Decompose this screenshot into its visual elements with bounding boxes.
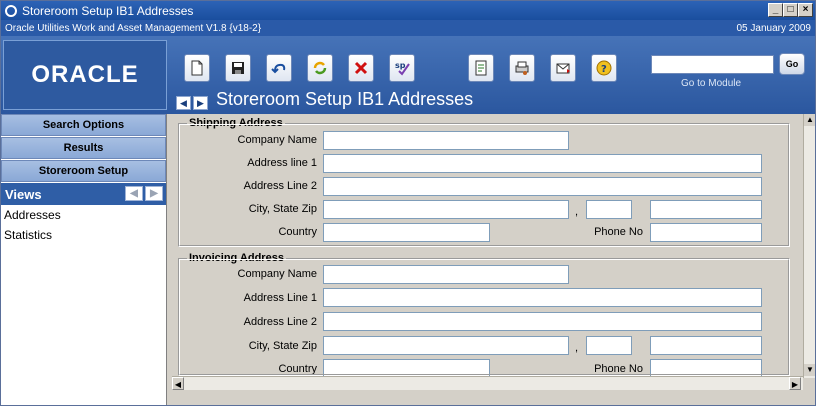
invoicing-address-legend: Invoicing Address [187, 252, 286, 264]
record-navigation: ◀ ▶ [176, 96, 208, 110]
invoicing-company-name-field[interactable] [323, 265, 569, 284]
next-record-icon[interactable]: ▶ [193, 96, 208, 110]
invoicing-city-field[interactable] [323, 336, 569, 355]
shipping-state-field[interactable] [586, 200, 632, 219]
invoicing-country-field[interactable] [323, 359, 490, 376]
minimize-icon[interactable]: _ [768, 3, 783, 17]
shipping-company-name-field[interactable] [323, 131, 569, 150]
invoicing-phone-field[interactable] [650, 359, 762, 376]
search-options-button[interactable]: Search Options [1, 114, 166, 136]
window-title: Storeroom Setup IB1 Addresses [22, 3, 194, 18]
go-to-module-input[interactable] [651, 55, 774, 74]
app-info-bar: Oracle Utilities Work and Asset Manageme… [1, 20, 815, 36]
invoicing-phone-label: Phone No [594, 363, 643, 375]
shipping-city-field[interactable] [323, 200, 569, 219]
invoicing-address2-field[interactable] [323, 312, 762, 331]
invoicing-address1-label: Address Line 1 [243, 292, 317, 304]
shipping-country-field[interactable] [323, 223, 490, 242]
refresh-icon[interactable] [307, 54, 333, 82]
views-next-icon[interactable]: ▶ [145, 186, 163, 201]
results-button[interactable]: Results [1, 137, 166, 159]
window-icon [5, 4, 17, 17]
shipping-address1-label: Address line 1 [247, 157, 317, 169]
view-item-addresses[interactable]: Addresses [1, 205, 166, 225]
print-icon[interactable] [509, 54, 535, 82]
invoicing-company-name-label: Company Name [237, 268, 317, 280]
svg-text:sp: sp [395, 61, 406, 70]
status-strip [167, 390, 815, 405]
maximize-icon[interactable]: □ [783, 3, 798, 17]
header: ORACLE sp ? Go Go to Module ◀ ▶ Storeroo… [1, 36, 815, 114]
invoicing-address-section: Invoicing Address Company Name Address L… [178, 252, 790, 376]
invoicing-comma: , [575, 342, 579, 354]
shipping-address-section: Shipping Address Company Name Address li… [178, 117, 790, 247]
scroll-corner [803, 378, 815, 390]
invoicing-city-state-zip-label: City, State Zip [248, 340, 317, 352]
invoicing-state-field[interactable] [586, 336, 632, 355]
previous-record-icon[interactable]: ◀ [176, 96, 191, 110]
window-controls: _ □ × [768, 3, 813, 17]
help-icon[interactable]: ? [591, 54, 617, 82]
views-header: Views ◀ ▶ [1, 183, 166, 205]
shipping-address-legend: Shipping Address [187, 117, 285, 129]
save-icon[interactable] [225, 54, 251, 82]
scroll-left-icon[interactable]: ◀ [172, 377, 184, 390]
go-to-module-label: Go to Module [681, 78, 742, 89]
views-previous-icon[interactable]: ◀ [125, 186, 143, 201]
invoicing-zip-field[interactable] [650, 336, 762, 355]
shipping-company-name-label: Company Name [237, 134, 317, 146]
oracle-logo: ORACLE [3, 40, 167, 110]
invoicing-country-label: Country [278, 363, 317, 375]
main-content: Shipping Address Company Name Address li… [172, 114, 803, 376]
view-item-statistics[interactable]: Statistics [1, 225, 166, 245]
scroll-down-icon[interactable]: ▼ [804, 364, 815, 376]
svg-text:?: ? [601, 64, 607, 75]
views-label: Views [5, 186, 42, 202]
new-document-icon[interactable] [184, 54, 210, 82]
app-name: Oracle Utilities Work and Asset Manageme… [5, 22, 262, 34]
shipping-comma: , [575, 206, 579, 218]
mail-icon[interactable] [550, 54, 576, 82]
delete-icon[interactable] [348, 54, 374, 82]
undo-icon[interactable] [266, 54, 292, 82]
app-window: Storeroom Setup IB1 Addresses _ □ × Orac… [0, 0, 816, 406]
shipping-address2-field[interactable] [323, 177, 762, 196]
current-date: 05 January 2009 [736, 22, 811, 34]
shipping-address2-label: Address Line 2 [243, 180, 317, 192]
shipping-phone-label: Phone No [594, 226, 643, 238]
sidebar: Search Options Results Storeroom Setup V… [1, 114, 167, 405]
report-icon[interactable] [468, 54, 494, 82]
shipping-address1-field[interactable] [323, 154, 762, 173]
horizontal-scrollbar[interactable]: ◀ ▶ [172, 376, 803, 390]
go-button[interactable]: Go [779, 53, 805, 75]
shipping-phone-field[interactable] [650, 223, 762, 242]
invoicing-address2-label: Address Line 2 [243, 316, 317, 328]
page-title: Storeroom Setup IB1 Addresses [216, 89, 474, 109]
scroll-up-icon[interactable]: ▲ [804, 114, 815, 126]
close-icon[interactable]: × [798, 3, 813, 17]
title-bar: Storeroom Setup IB1 Addresses _ □ × [1, 1, 815, 20]
storeroom-setup-button[interactable]: Storeroom Setup [1, 160, 166, 182]
vertical-scrollbar[interactable]: ▲ ▼ [803, 114, 815, 378]
shipping-country-label: Country [278, 226, 317, 238]
spell-check-icon[interactable]: sp [389, 54, 415, 82]
scroll-right-icon[interactable]: ▶ [789, 377, 801, 390]
shipping-city-state-zip-label: City, State Zip [248, 203, 317, 215]
shipping-zip-field[interactable] [650, 200, 762, 219]
invoicing-address1-field[interactable] [323, 288, 762, 307]
